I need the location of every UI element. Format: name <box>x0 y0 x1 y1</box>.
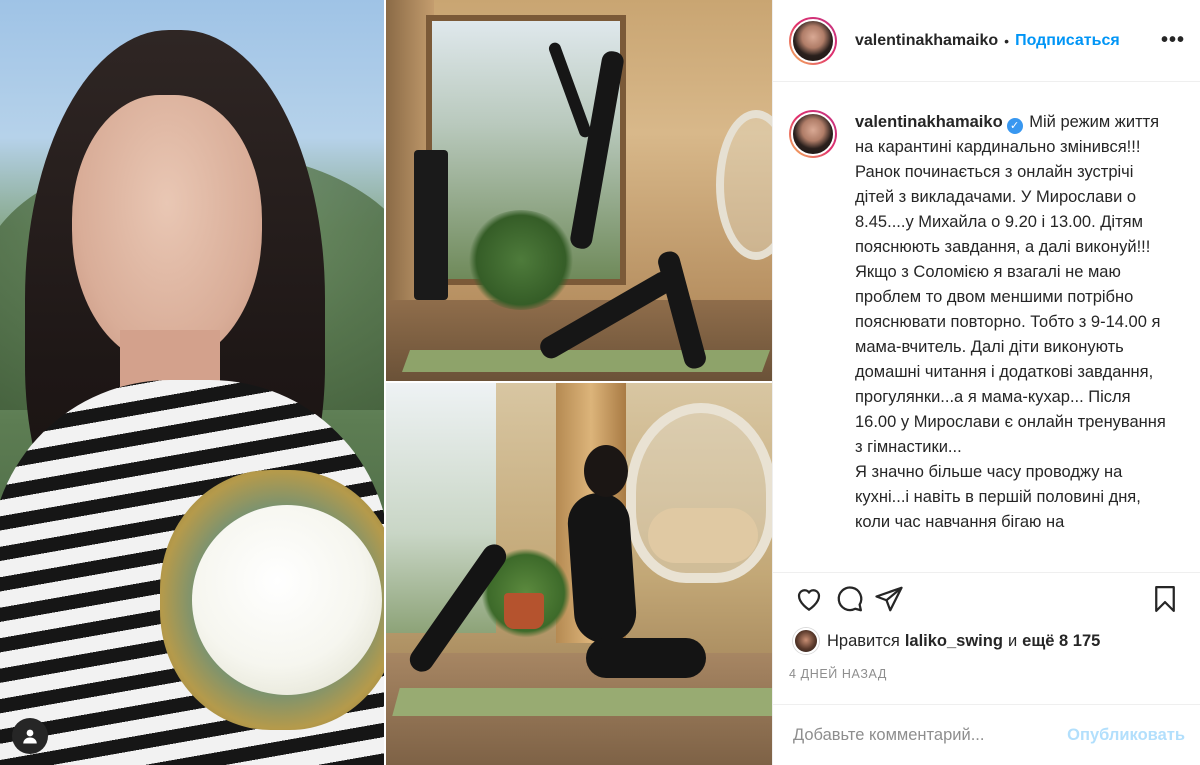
caption-text: Мій режим життя на карантині кардинально… <box>855 113 1166 531</box>
collage-divider <box>386 381 772 383</box>
avatar[interactable] <box>789 16 837 65</box>
caption: valentinakhamaiko ✓ Мій режим життя на ка… <box>855 110 1175 572</box>
header-username[interactable]: valentinakhamaiko <box>855 32 998 50</box>
follow-button[interactable]: Подписаться <box>1015 32 1120 50</box>
caption-avatar[interactable] <box>789 110 837 158</box>
liker-avatar[interactable] <box>793 628 819 654</box>
bookmark-icon[interactable] <box>1145 579 1185 619</box>
comment-icon[interactable] <box>829 579 869 619</box>
likes-connector: и <box>1007 631 1018 650</box>
liker-username[interactable]: laliko_swing <box>905 632 1003 651</box>
caption-section: valentinakhamaiko ✓ Мій режим життя на ка… <box>773 82 1200 572</box>
caption-username[interactable]: valentinakhamaiko <box>855 113 1003 131</box>
post-comment-button[interactable]: Опубликовать <box>1067 726 1185 745</box>
user-tag-icon[interactable] <box>12 718 48 754</box>
heart-icon[interactable] <box>789 579 829 619</box>
likes-count[interactable]: ещё 8 175 <box>1022 632 1100 651</box>
user-icon <box>23 729 37 744</box>
likes-summary: Нравится laliko_swing и ещё 8 175 <box>789 625 1185 657</box>
post-header: valentinakhamaiko • Подписаться ••• <box>773 0 1200 82</box>
comment-input[interactable] <box>793 725 1068 745</box>
selfie-photo <box>0 0 384 765</box>
share-icon[interactable] <box>869 579 909 619</box>
post-media[interactable] <box>0 0 772 765</box>
yoga-pigeon-photo <box>386 383 772 765</box>
actions-section: Нравится laliko_swing и ещё 8 175 4 ДНЕЙ… <box>773 572 1200 681</box>
likes-prefix: Нравится <box>827 631 900 650</box>
action-icons-row <box>789 573 1185 625</box>
comment-bar: Опубликовать <box>773 704 1200 765</box>
verified-badge-icon: ✓ <box>1006 118 1023 134</box>
post-timestamp[interactable]: 4 ДНЕЙ НАЗАД <box>789 667 1185 681</box>
separator-dot: • <box>1004 32 1010 49</box>
post-panel: valentinakhamaiko • Подписаться ••• vale… <box>772 0 1200 765</box>
yoga-lunge-photo <box>386 0 772 381</box>
more-options-icon[interactable]: ••• <box>1161 29 1185 52</box>
